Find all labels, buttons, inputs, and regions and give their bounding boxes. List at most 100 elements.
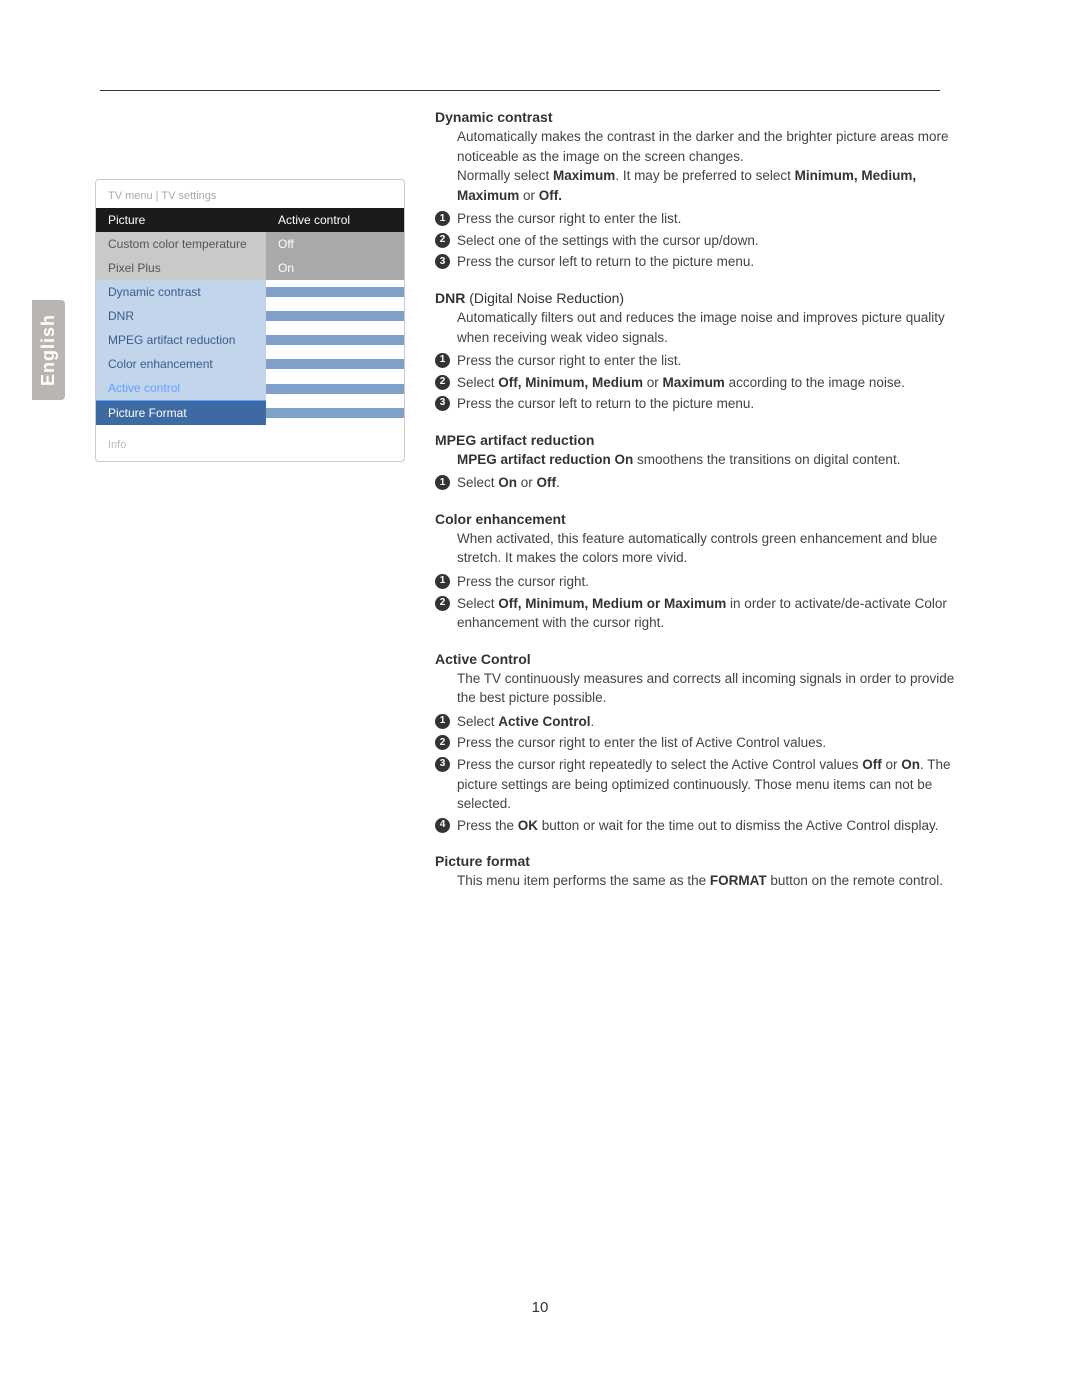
bold: On: [901, 757, 920, 772]
step-list: 1 Press the cursor right to enter the lis…: [435, 351, 970, 414]
bold: DNR: [435, 290, 465, 306]
step-text: Press the cursor right to enter the list…: [457, 351, 681, 371]
section-body: Automatically filters out and reduces th…: [435, 308, 970, 347]
menu-row: DNR: [96, 304, 404, 328]
step-number-icon: 4: [435, 818, 450, 833]
text: Press the cursor right repeatedly to sel…: [457, 757, 862, 772]
bold: Off: [862, 757, 882, 772]
step-text: Select Off, Minimum, Medium or Maximum a…: [457, 373, 905, 393]
step-text: Press the cursor right.: [457, 572, 589, 592]
section-title: Dynamic contrast: [435, 109, 970, 125]
step-number-icon: 1: [435, 574, 450, 589]
menu-value: [266, 311, 404, 321]
text: .: [556, 475, 560, 490]
step-number-icon: 3: [435, 396, 450, 411]
menu-value: On: [266, 256, 404, 280]
tv-menu-screenshot: TV menu | TV settings Picture Active con…: [95, 179, 405, 462]
step: 2 Select Off, Minimum, Medium or Maximum …: [435, 594, 970, 633]
step-number-icon: 2: [435, 233, 450, 248]
text: Automatically makes the contrast in the …: [457, 129, 949, 164]
menu-value: [266, 287, 404, 297]
text: (Digital Noise Reduction): [465, 290, 624, 306]
section-body: The TV continuously measures and correct…: [435, 669, 970, 708]
step-list: 1 Select On or Off.: [435, 473, 970, 493]
step: 1 Press the cursor right to enter the lis…: [435, 351, 970, 371]
text: button or wait for the time out to dismi…: [538, 818, 938, 833]
section-body: Automatically makes the contrast in the …: [435, 127, 970, 205]
step-text: Press the cursor right to enter the list…: [457, 733, 826, 753]
right-column: Dynamic contrast Automatically makes the…: [435, 109, 1000, 909]
menu-row-selected: Active control: [96, 376, 404, 401]
step-text: Press the cursor right repeatedly to sel…: [457, 755, 970, 814]
step-number-icon: 1: [435, 353, 450, 368]
text: or: [643, 375, 663, 390]
bold: MPEG artifact reduction On: [457, 452, 633, 467]
menu-row: Picture Format: [96, 401, 404, 425]
step-text: Select Off, Minimum, Medium or Maximum i…: [457, 594, 970, 633]
menu-value: [266, 335, 404, 345]
step: 3 Press the cursor right repeatedly to se…: [435, 755, 970, 814]
step-number-icon: 2: [435, 596, 450, 611]
menu-label: Pixel Plus: [96, 256, 266, 280]
bold: Off, Minimum, Medium or Maximum: [498, 596, 726, 611]
bold: FORMAT: [710, 873, 767, 888]
section-color-enhancement: Color enhancement When activated, this f…: [435, 511, 970, 633]
bold: Off.: [539, 188, 562, 203]
step: 2 Press the cursor right to enter the lis…: [435, 733, 970, 753]
text: Select: [457, 475, 498, 490]
section-title: Picture format: [435, 853, 970, 869]
step-number-icon: 1: [435, 475, 450, 490]
menu-row: MPEG artifact reduction: [96, 328, 404, 352]
step-number-icon: 3: [435, 757, 450, 772]
section-body: This menu item performs the same as the …: [435, 871, 970, 891]
text: Normally select: [457, 168, 553, 183]
menu-row: Dynamic contrast: [96, 280, 404, 304]
bold: OK: [518, 818, 538, 833]
page-number: 10: [532, 1299, 549, 1316]
menu-label: Active control: [96, 376, 266, 401]
step-text: Press the OK button or wait for the time…: [457, 816, 938, 836]
text: smoothens the transitions on digital con…: [633, 452, 900, 467]
step-list: 1 Select Active Control. 2 Press the curso…: [435, 712, 970, 835]
bold: Maximum: [553, 168, 615, 183]
step: 1 Select On or Off.: [435, 473, 970, 493]
text: Select: [457, 714, 498, 729]
text: or: [882, 757, 902, 772]
section-title: Color enhancement: [435, 511, 970, 527]
step: 1 Press the cursor right to enter the lis…: [435, 209, 970, 229]
step-text: Press the cursor right to enter the list…: [457, 209, 681, 229]
text: or: [519, 188, 539, 203]
step: 3Press the cursor left to return to the …: [435, 252, 970, 272]
top-divider: [100, 90, 940, 91]
step-number-icon: 3: [435, 254, 450, 269]
step: 1 Press the cursor right.: [435, 572, 970, 592]
left-column: TV menu | TV settings Picture Active con…: [95, 109, 405, 909]
menu-label: MPEG artifact reduction: [96, 328, 266, 352]
section-picture-format: Picture format This menu item performs t…: [435, 853, 970, 891]
menu-label: DNR: [96, 304, 266, 328]
menu-label: Custom color temperature: [96, 232, 266, 256]
bold: Maximum: [663, 375, 725, 390]
text: . It may be preferred to select: [615, 168, 794, 183]
menu-row: Pixel Plus On: [96, 256, 404, 280]
step-text: Select Active Control.: [457, 712, 594, 732]
step-number-icon: 2: [435, 375, 450, 390]
step-number-icon: 2: [435, 735, 450, 750]
menu-header-row: Picture Active control: [96, 208, 404, 232]
text: This menu item performs the same as the: [457, 873, 710, 888]
step-number-icon: 1: [435, 714, 450, 729]
menu-header-right: Active control: [266, 208, 404, 232]
section-dynamic-contrast: Dynamic contrast Automatically makes the…: [435, 109, 970, 272]
step-number-icon: 1: [435, 211, 450, 226]
menu-row: Color enhancement: [96, 352, 404, 376]
text: .: [591, 714, 595, 729]
step-text: Select On or Off.: [457, 473, 560, 493]
text: button on the remote control.: [767, 873, 943, 888]
menu-label: Color enhancement: [96, 352, 266, 376]
step: 3Press the cursor left to return to the …: [435, 394, 970, 414]
menu-header-left: Picture: [96, 208, 266, 232]
section-mpeg: MPEG artifact reduction MPEG artifact re…: [435, 432, 970, 493]
section-title: MPEG artifact reduction: [435, 432, 970, 448]
text: Select: [457, 375, 498, 390]
section-active-control: Active Control The TV continuously measu…: [435, 651, 970, 836]
